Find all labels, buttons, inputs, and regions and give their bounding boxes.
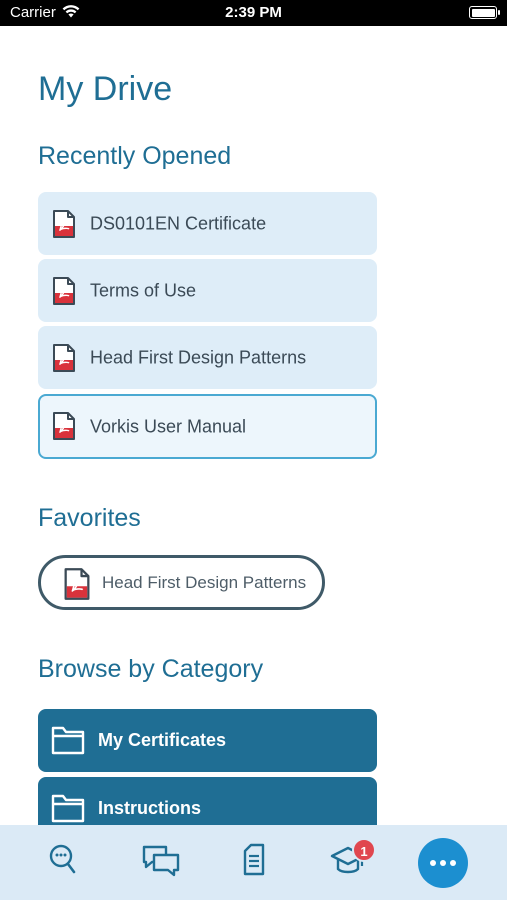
favorite-item-head-first-design-patterns[interactable]: Head First Design Patterns	[38, 555, 325, 610]
recent-item-terms-of-use[interactable]: Terms of Use	[38, 259, 377, 322]
chat-search-icon	[48, 843, 78, 882]
pdf-icon	[52, 276, 76, 311]
messages-icon	[141, 843, 181, 882]
tab-documents[interactable]	[224, 825, 284, 900]
recent-item-ds0101en-certificate[interactable]: DS0101EN Certificate	[38, 192, 377, 255]
recent-item-label: Head First Design Patterns	[90, 347, 307, 367]
pdf-icon	[52, 343, 76, 378]
category-label: Instructions	[98, 798, 202, 818]
status-bar: Carrier 2:39 PM	[0, 0, 507, 26]
favorite-item-label: Head First Design Patterns	[102, 573, 307, 592]
recent-item-vorkis-user-manual[interactable]: Vorkis User Manual	[38, 394, 377, 459]
status-time: 2:39 PM	[225, 4, 282, 21]
pdf-icon	[52, 209, 76, 244]
recent-item-label: Vorkis User Manual	[90, 416, 247, 436]
tab-messages[interactable]	[131, 825, 191, 900]
recent-item-label: Terms of Use	[90, 280, 197, 300]
recent-item-head-first-design-patterns[interactable]: Head First Design Patterns	[38, 326, 377, 389]
tab-courses[interactable]	[318, 825, 378, 900]
tab-chat-search[interactable]	[33, 825, 93, 900]
browse-by-category-title: Browse by Category	[38, 655, 264, 683]
folder-icon	[50, 723, 86, 762]
notification-badge: 1	[352, 838, 376, 862]
battery-icon	[469, 6, 500, 19]
recent-item-label: DS0101EN Certificate	[90, 213, 267, 233]
document-list-icon	[242, 843, 266, 882]
page-title: My Drive	[38, 70, 173, 108]
pdf-icon	[63, 567, 91, 606]
category-label: My Certificates	[98, 730, 227, 750]
pdf-icon	[52, 411, 76, 446]
category-my-certificates[interactable]: My Certificates	[38, 709, 377, 772]
ellipsis-icon	[429, 854, 457, 872]
favorites-title: Favorites	[38, 504, 141, 532]
recently-opened-title: Recently Opened	[38, 142, 232, 170]
more-button[interactable]	[418, 838, 468, 888]
